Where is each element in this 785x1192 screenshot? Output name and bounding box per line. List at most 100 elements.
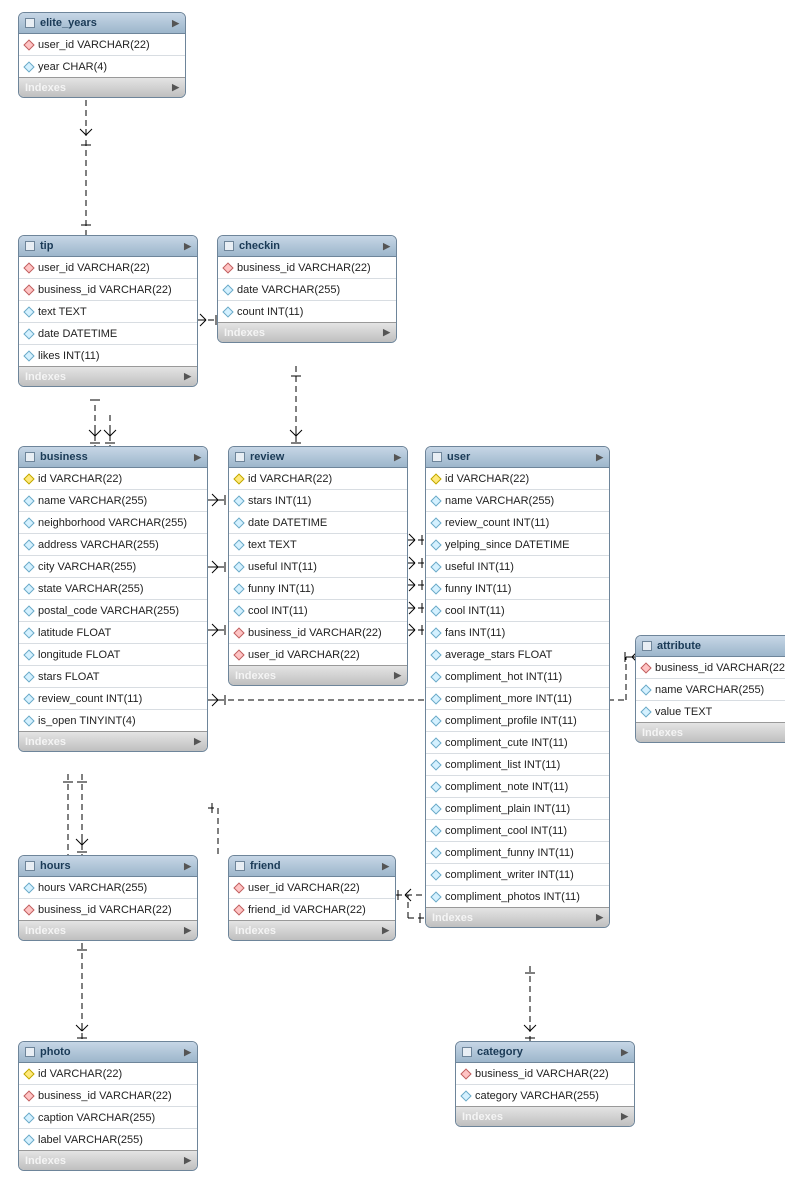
indexes-footer[interactable]: Indexes▶ [19,77,185,97]
column-row[interactable]: id VARCHAR(22) [19,1063,197,1085]
column-row[interactable]: neighborhood VARCHAR(255) [19,512,207,534]
expand-icon[interactable]: ▶ [194,736,201,747]
column-row[interactable]: cool INT(11) [426,600,609,622]
column-row[interactable]: cool INT(11) [229,600,407,622]
column-row[interactable]: hours VARCHAR(255) [19,877,197,899]
column-row[interactable]: fans INT(11) [426,622,609,644]
collapse-icon[interactable]: ▶ [596,452,603,463]
table-business[interactable]: business▶id VARCHAR(22)name VARCHAR(255)… [18,446,208,752]
column-row[interactable]: id VARCHAR(22) [426,468,609,490]
column-row[interactable]: caption VARCHAR(255) [19,1107,197,1129]
column-row[interactable]: text TEXT [229,534,407,556]
column-row[interactable]: compliment_cool INT(11) [426,820,609,842]
indexes-footer[interactable]: Indexes▶ [19,366,197,386]
column-row[interactable]: friend_id VARCHAR(22) [229,899,395,920]
column-row[interactable]: business_id VARCHAR(22) [19,1085,197,1107]
column-row[interactable]: compliment_note INT(11) [426,776,609,798]
column-row[interactable]: city VARCHAR(255) [19,556,207,578]
collapse-icon[interactable]: ▶ [382,861,389,872]
column-row[interactable]: compliment_funny INT(11) [426,842,609,864]
column-row[interactable]: useful INT(11) [229,556,407,578]
column-row[interactable]: compliment_profile INT(11) [426,710,609,732]
column-row[interactable]: is_open TINYINT(4) [19,710,207,731]
column-row[interactable]: state VARCHAR(255) [19,578,207,600]
column-row[interactable]: business_id VARCHAR(22) [229,622,407,644]
expand-icon[interactable]: ▶ [184,1155,191,1166]
expand-icon[interactable]: ▶ [621,1111,628,1122]
column-row[interactable]: label VARCHAR(255) [19,1129,197,1150]
table-checkin[interactable]: checkin▶business_id VARCHAR(22)date VARC… [217,235,397,343]
table-category[interactable]: category▶business_id VARCHAR(22)category… [455,1041,635,1127]
indexes-footer[interactable]: Indexes▶ [456,1106,634,1126]
expand-icon[interactable]: ▶ [394,670,401,681]
table-user[interactable]: user▶id VARCHAR(22)name VARCHAR(255)revi… [425,446,610,928]
table-header[interactable]: elite_years▶ [19,13,185,34]
column-row[interactable]: stars FLOAT [19,666,207,688]
collapse-icon[interactable]: ▶ [383,241,390,252]
indexes-footer[interactable]: Indexes▶ [229,920,395,940]
table-photo[interactable]: photo▶id VARCHAR(22)business_id VARCHAR(… [18,1041,198,1171]
column-row[interactable]: compliment_writer INT(11) [426,864,609,886]
column-row[interactable]: name VARCHAR(255) [636,679,785,701]
column-row[interactable]: funny INT(11) [426,578,609,600]
column-row[interactable]: user_id VARCHAR(22) [229,877,395,899]
column-row[interactable]: compliment_cute INT(11) [426,732,609,754]
collapse-icon[interactable]: ▶ [194,452,201,463]
collapse-icon[interactable]: ▶ [184,241,191,252]
column-row[interactable]: business_id VARCHAR(22) [19,279,197,301]
table-hours[interactable]: hours▶hours VARCHAR(255)business_id VARC… [18,855,198,941]
table-header[interactable]: hours▶ [19,856,197,877]
column-row[interactable]: likes INT(11) [19,345,197,366]
table-header[interactable]: friend▶ [229,856,395,877]
column-row[interactable]: review_count INT(11) [426,512,609,534]
indexes-footer[interactable]: Indexes▶ [19,1150,197,1170]
column-row[interactable]: user_id VARCHAR(22) [19,34,185,56]
column-row[interactable]: count INT(11) [218,301,396,322]
column-row[interactable]: address VARCHAR(255) [19,534,207,556]
column-row[interactable]: date DATETIME [19,323,197,345]
column-row[interactable]: text TEXT [19,301,197,323]
column-row[interactable]: id VARCHAR(22) [19,468,207,490]
column-row[interactable]: business_id VARCHAR(22) [218,257,396,279]
column-row[interactable]: stars INT(11) [229,490,407,512]
expand-icon[interactable]: ▶ [184,925,191,936]
column-row[interactable]: name VARCHAR(255) [426,490,609,512]
table-header[interactable]: category▶ [456,1042,634,1063]
indexes-footer[interactable]: Indexes▶ [19,920,197,940]
table-header[interactable]: attribute▶ [636,636,785,657]
table-header[interactable]: checkin▶ [218,236,396,257]
table-header[interactable]: photo▶ [19,1042,197,1063]
collapse-icon[interactable]: ▶ [621,1047,628,1058]
column-row[interactable]: funny INT(11) [229,578,407,600]
collapse-icon[interactable]: ▶ [394,452,401,463]
column-row[interactable]: compliment_photos INT(11) [426,886,609,907]
expand-icon[interactable]: ▶ [596,912,603,923]
column-row[interactable]: longitude FLOAT [19,644,207,666]
table-attribute[interactable]: attribute▶business_id VARCHAR(22)name VA… [635,635,785,743]
column-row[interactable]: value TEXT [636,701,785,722]
column-row[interactable]: review_count INT(11) [19,688,207,710]
table-header[interactable]: user▶ [426,447,609,468]
column-row[interactable]: useful INT(11) [426,556,609,578]
collapse-icon[interactable]: ▶ [184,861,191,872]
table-header[interactable]: review▶ [229,447,407,468]
column-row[interactable]: date DATETIME [229,512,407,534]
table-header[interactable]: tip▶ [19,236,197,257]
table-elite_years[interactable]: elite_years▶user_id VARCHAR(22)year CHAR… [18,12,186,98]
indexes-footer[interactable]: Indexes▶ [426,907,609,927]
expand-icon[interactable]: ▶ [382,925,389,936]
column-row[interactable]: category VARCHAR(255) [456,1085,634,1106]
column-row[interactable]: compliment_hot INT(11) [426,666,609,688]
column-row[interactable]: year CHAR(4) [19,56,185,77]
column-row[interactable]: business_id VARCHAR(22) [19,899,197,920]
column-row[interactable]: yelping_since DATETIME [426,534,609,556]
expand-icon[interactable]: ▶ [172,82,179,93]
column-row[interactable]: compliment_plain INT(11) [426,798,609,820]
column-row[interactable]: name VARCHAR(255) [19,490,207,512]
column-row[interactable]: average_stars FLOAT [426,644,609,666]
collapse-icon[interactable]: ▶ [184,1047,191,1058]
column-row[interactable]: business_id VARCHAR(22) [636,657,785,679]
table-review[interactable]: review▶id VARCHAR(22)stars INT(11)date D… [228,446,408,686]
column-row[interactable]: user_id VARCHAR(22) [19,257,197,279]
column-row[interactable]: date VARCHAR(255) [218,279,396,301]
